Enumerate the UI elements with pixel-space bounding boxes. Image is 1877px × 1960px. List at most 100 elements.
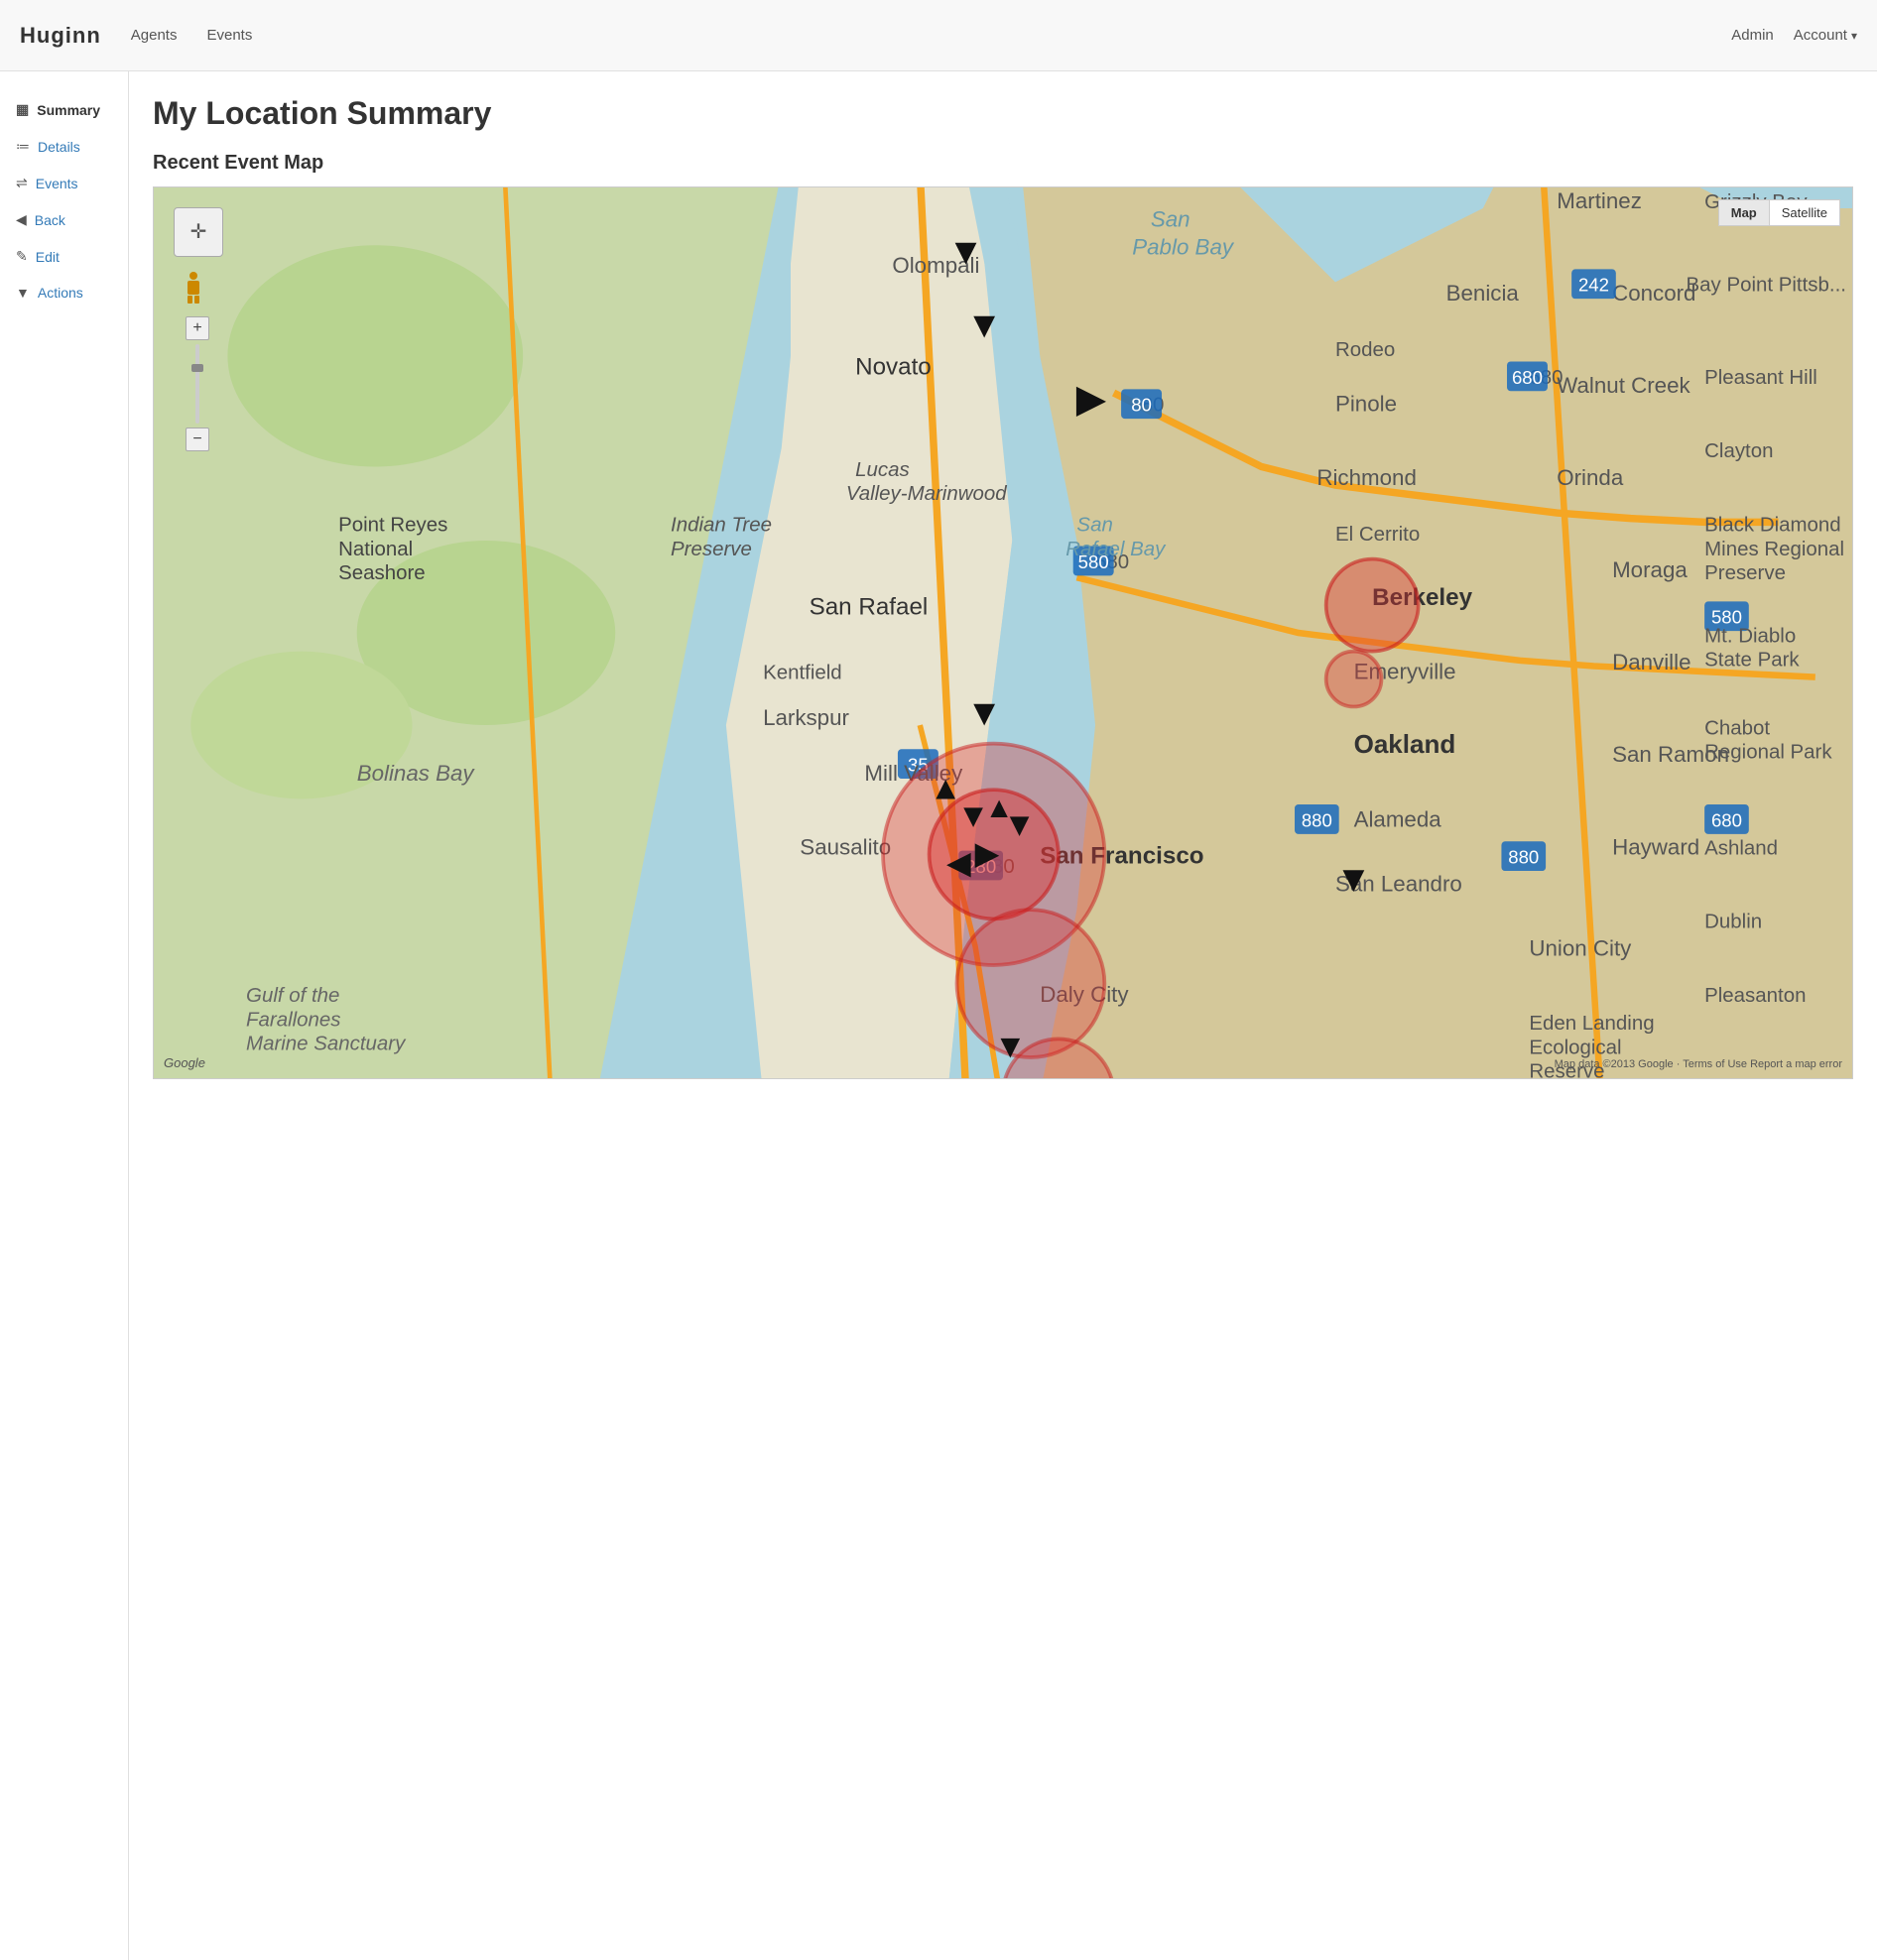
svg-text:State Park: State Park: [1704, 648, 1800, 671]
sidebar-label-back: Back: [35, 212, 65, 228]
svg-text:Benicia: Benicia: [1446, 281, 1520, 306]
svg-text:Dublin: Dublin: [1704, 911, 1762, 933]
svg-text:880: 880: [1302, 809, 1332, 830]
svg-text:Valley-Marinwood: Valley-Marinwood: [846, 482, 1007, 505]
svg-text:▶: ▶: [1075, 378, 1106, 420]
sidebar-item-events[interactable]: ⇌ Events: [0, 165, 128, 201]
svg-text:Preserve: Preserve: [671, 538, 752, 560]
svg-text:Concord: Concord: [1612, 281, 1695, 306]
main-layout: ▦ Summary ≔ Details ⇌ Events ◀ Back ✎ Ed…: [0, 71, 1877, 1960]
zoom-slider[interactable]: [195, 344, 199, 424]
back-icon: ◀: [16, 211, 27, 228]
svg-text:Black Diamond: Black Diamond: [1704, 514, 1841, 537]
svg-text:242: 242: [1578, 275, 1609, 296]
svg-text:Mines Regional: Mines Regional: [1704, 538, 1844, 560]
sidebar-item-actions[interactable]: ▼ Actions: [0, 275, 128, 310]
svg-text:Chabot: Chabot: [1704, 716, 1770, 739]
person-marker[interactable]: [184, 272, 203, 302]
svg-text:Ecological: Ecological: [1529, 1036, 1621, 1058]
map-background: 80 580 680 280 101 80 580 680 280 101 88…: [154, 187, 1852, 1078]
svg-text:Sausalito: Sausalito: [800, 834, 891, 859]
svg-text:Alameda: Alameda: [1354, 806, 1442, 831]
map-attribution: Map data ©2013 Google · Terms of Use Rep…: [1555, 1058, 1842, 1070]
nav-agents[interactable]: Agents: [131, 27, 178, 44]
account-button[interactable]: Account: [1794, 27, 1857, 44]
google-watermark: Google: [164, 1055, 205, 1070]
svg-text:▼: ▼: [966, 691, 1003, 733]
svg-text:San: San: [1076, 514, 1112, 537]
sidebar-item-edit[interactable]: ✎ Edit: [0, 238, 128, 275]
svg-text:◀: ◀: [945, 847, 971, 880]
svg-text:Moraga: Moraga: [1612, 557, 1688, 582]
svg-text:▼: ▼: [966, 304, 1003, 345]
map-zoom-control: + −: [186, 316, 209, 451]
svg-text:Marine Sanctuary: Marine Sanctuary: [246, 1033, 407, 1055]
svg-text:▼: ▼: [994, 1029, 1027, 1065]
zoom-handle[interactable]: [191, 364, 203, 372]
main-content: My Location Summary Recent Event Map: [129, 71, 1877, 1960]
map-nav-control[interactable]: ✛: [174, 207, 223, 257]
svg-text:▼: ▼: [1003, 807, 1036, 844]
sidebar-label-edit: Edit: [36, 249, 60, 265]
svg-text:Preserve: Preserve: [1704, 561, 1786, 584]
sidebar-label-events: Events: [36, 176, 78, 191]
sidebar-item-summary[interactable]: ▦ Summary: [0, 91, 128, 128]
summary-icon: ▦: [16, 101, 29, 118]
navbar: Huginn Agents Events Admin Account: [0, 0, 1877, 71]
svg-text:Novato: Novato: [855, 353, 932, 380]
svg-text:▼: ▼: [947, 230, 984, 272]
nav-arrows-icon: ✛: [190, 222, 207, 242]
sidebar-label-actions: Actions: [38, 285, 83, 301]
svg-text:El Cerrito: El Cerrito: [1335, 523, 1420, 546]
navbar-left: Huginn Agents Events: [20, 23, 252, 49]
svg-text:880: 880: [1508, 847, 1539, 868]
svg-text:National: National: [338, 538, 413, 560]
svg-text:San: San: [1151, 207, 1190, 232]
svg-text:San Rafael: San Rafael: [810, 593, 929, 620]
svg-text:Rodeo: Rodeo: [1335, 338, 1395, 361]
brand-logo[interactable]: Huginn: [20, 23, 101, 49]
svg-text:Mt. Diablo: Mt. Diablo: [1704, 624, 1796, 647]
svg-text:Gulf of the: Gulf of the: [246, 984, 339, 1007]
svg-text:Richmond: Richmond: [1316, 465, 1417, 490]
details-icon: ≔: [16, 138, 30, 155]
svg-text:Pablo Bay: Pablo Bay: [1132, 235, 1235, 260]
svg-text:Walnut Creek: Walnut Creek: [1557, 373, 1690, 398]
svg-text:Orinda: Orinda: [1557, 465, 1624, 490]
svg-text:▶: ▶: [974, 838, 1000, 871]
svg-text:Pinole: Pinole: [1335, 392, 1397, 417]
svg-text:Union City: Union City: [1529, 936, 1632, 961]
sidebar-item-details[interactable]: ≔ Details: [0, 128, 128, 165]
svg-text:▼: ▼: [1335, 858, 1372, 900]
sidebar-item-back[interactable]: ◀ Back: [0, 201, 128, 238]
sidebar-label-details: Details: [38, 139, 80, 155]
actions-icon: ▼: [16, 285, 30, 301]
svg-text:Danville: Danville: [1612, 650, 1690, 674]
svg-text:Seashore: Seashore: [338, 561, 426, 584]
edit-icon: ✎: [16, 248, 28, 265]
svg-text:680: 680: [1512, 367, 1543, 388]
zoom-in-button[interactable]: +: [186, 316, 209, 340]
events-icon: ⇌: [16, 175, 28, 191]
svg-text:Pleasant Hill: Pleasant Hill: [1704, 366, 1817, 389]
nav-events[interactable]: Events: [206, 27, 252, 44]
zoom-out-button[interactable]: −: [186, 428, 209, 451]
navbar-right: Admin Account: [1731, 27, 1857, 44]
svg-text:Kentfield: Kentfield: [763, 662, 842, 684]
svg-text:Point Reyes: Point Reyes: [338, 514, 447, 537]
svg-text:Clayton: Clayton: [1704, 439, 1773, 462]
map-attribution-text: Map data ©2013 Google · Terms of Use Rep…: [1555, 1058, 1842, 1070]
svg-text:Ashland: Ashland: [1704, 836, 1778, 859]
map-type-satellite-button[interactable]: Satellite: [1770, 200, 1839, 225]
map-type-map-button[interactable]: Map: [1719, 200, 1770, 225]
sidebar-label-summary: Summary: [37, 102, 100, 118]
svg-text:Lucas: Lucas: [855, 458, 910, 481]
map-section-title: Recent Event Map: [153, 152, 1853, 175]
page-title: My Location Summary: [153, 95, 1853, 132]
svg-text:Regional Park: Regional Park: [1704, 741, 1832, 764]
map-container[interactable]: 80 580 680 280 101 80 580 680 280 101 88…: [153, 186, 1853, 1079]
svg-text:Indian Tree: Indian Tree: [671, 514, 772, 537]
svg-text:Larkspur: Larkspur: [763, 705, 849, 730]
svg-text:80: 80: [1131, 395, 1152, 416]
svg-text:Bolinas Bay: Bolinas Bay: [357, 761, 476, 786]
